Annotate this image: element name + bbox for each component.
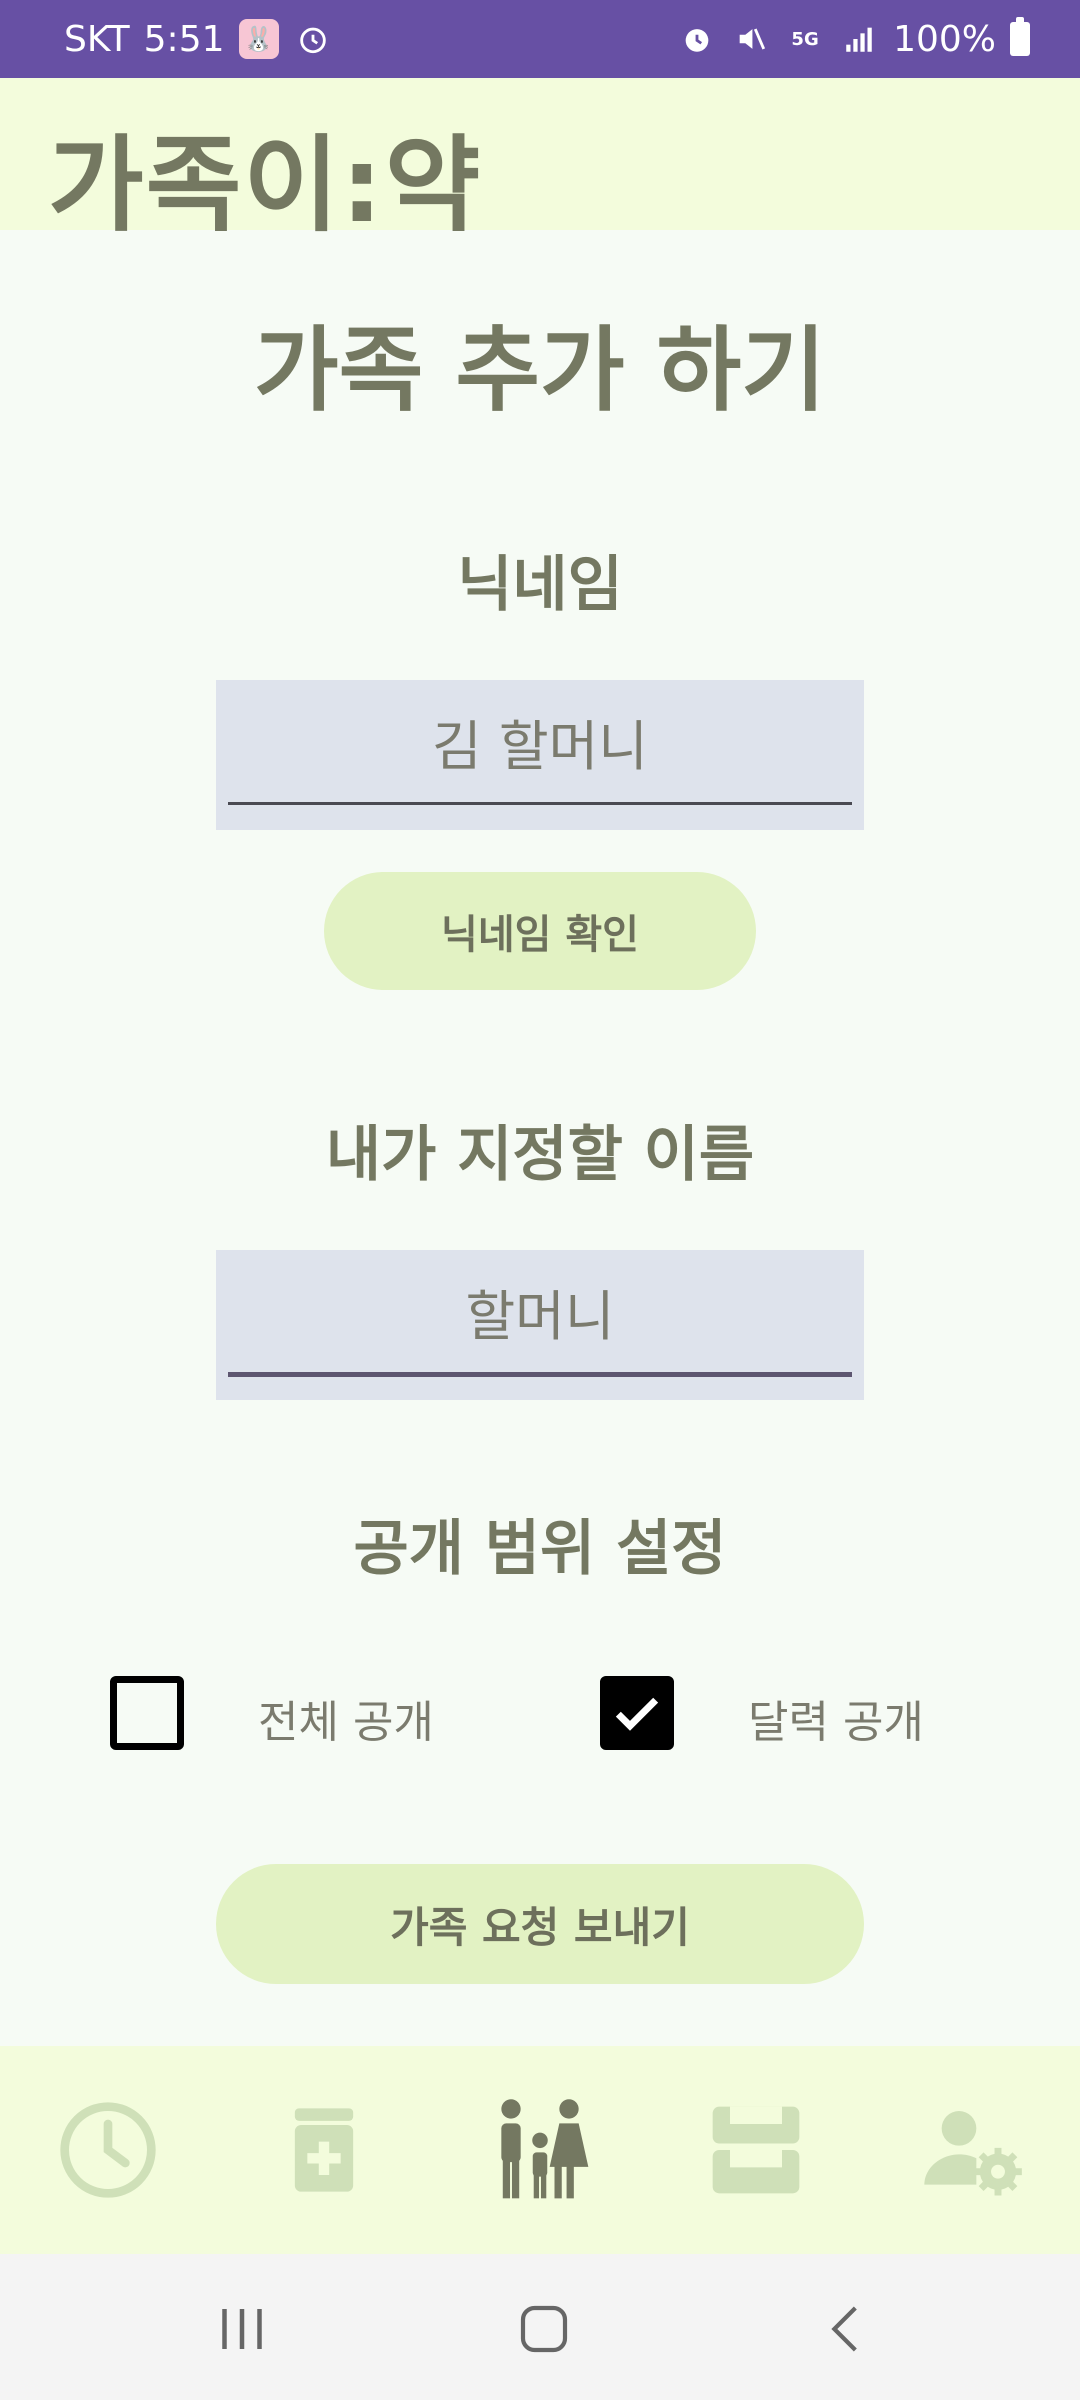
home-icon <box>520 2305 568 2353</box>
recent-apps-icon <box>222 2309 262 2349</box>
user-settings-icon <box>924 2111 1022 2196</box>
checkbox-public-all[interactable] <box>110 1676 184 1750</box>
back-icon <box>831 2306 857 2352</box>
app-title: 가족이:약 <box>48 124 483 246</box>
check-icon <box>615 1697 659 1731</box>
app-bar: 가족이:약 <box>0 78 1080 246</box>
nickname-input[interactable] <box>228 680 852 802</box>
mute-icon <box>731 19 771 59</box>
medicine-icon <box>294 2108 354 2192</box>
clock-icon <box>60 2102 156 2198</box>
back-button[interactable] <box>806 2294 886 2364</box>
recent-apps-button[interactable] <box>202 2294 282 2364</box>
status-left: SKT 5:51 🐰 <box>64 19 333 60</box>
alias-underline <box>228 1372 852 1377</box>
nav-user-settings[interactable] <box>912 2090 1032 2210</box>
carrier-label: SKT <box>64 18 130 60</box>
alarm-set-icon <box>677 19 717 59</box>
clock-time: 5:51 <box>143 18 225 60</box>
nav-medicine[interactable] <box>264 2090 384 2210</box>
nickname-label: 닉네임 <box>457 550 623 620</box>
network-5g-icon: 5G <box>791 28 819 50</box>
battery-percent: 100% <box>893 18 996 60</box>
alias-field[interactable] <box>216 1250 864 1400</box>
battery-icon <box>1010 17 1030 56</box>
home-button[interactable] <box>504 2294 584 2364</box>
nav-inbox[interactable] <box>696 2090 816 2210</box>
alarm-icon <box>293 19 333 59</box>
bottom-nav <box>0 2046 1080 2254</box>
send-request-button[interactable]: 가족 요청 보내기 <box>216 1864 864 1984</box>
calendar-public-label: 달력 공개 <box>748 1697 924 1748</box>
status-right: 5G 100% <box>677 17 1030 60</box>
app-notification-icon: 🐰 <box>238 19 279 59</box>
public-all-label: 전체 공개 <box>258 1697 434 1748</box>
inbox-icon <box>712 2106 800 2194</box>
nickname-check-button[interactable]: 닉네임 확인 <box>324 872 756 990</box>
checkbox-calendar-public[interactable] <box>600 1676 674 1750</box>
visibility-label: 공개 범위 설정 <box>353 1514 727 1584</box>
status-bar: SKT 5:51 🐰 5G 100% <box>0 0 1080 78</box>
nickname-underline <box>228 802 852 805</box>
alias-input[interactable] <box>228 1250 852 1372</box>
alias-label: 내가 지정할 이름 <box>325 1120 755 1190</box>
page-title: 가족 추가 하기 <box>254 317 826 424</box>
nickname-field[interactable] <box>216 680 864 830</box>
system-nav-bar <box>0 2254 1080 2400</box>
nav-clock[interactable] <box>48 2090 168 2210</box>
family-icon <box>501 2099 589 2199</box>
nav-family[interactable] <box>480 2090 600 2210</box>
signal-icon <box>839 19 879 59</box>
